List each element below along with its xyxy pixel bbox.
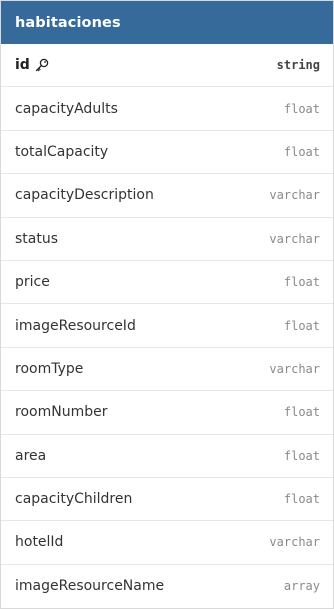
- field-row-total-capacity[interactable]: totalCapacity float: [1, 131, 333, 175]
- field-name: totalCapacity: [15, 143, 109, 160]
- field-row-room-number[interactable]: roomNumber float: [1, 391, 333, 435]
- entity-table[interactable]: habitaciones id string capacityAdults fl…: [0, 0, 334, 609]
- field-name-cell: id: [15, 57, 49, 73]
- field-name: hotelId: [15, 534, 64, 551]
- field-name: capacityChildren: [15, 491, 133, 508]
- field-type: float: [283, 448, 320, 463]
- field-name: imageResourceId: [15, 317, 136, 334]
- field-name-cell: roomType: [15, 361, 83, 377]
- field-name-cell: imageResourceId: [15, 318, 136, 334]
- field-type: array: [283, 579, 320, 594]
- field-row-room-type[interactable]: roomType varchar: [1, 348, 333, 392]
- field-type: float: [283, 101, 320, 116]
- field-row-price[interactable]: price float: [1, 261, 333, 305]
- field-name: status: [15, 230, 59, 247]
- field-name: imageResourceName: [15, 578, 165, 595]
- key-icon: [35, 58, 49, 72]
- field-name-cell: area: [15, 448, 46, 464]
- table-title: habitaciones: [15, 14, 121, 31]
- field-type: float: [283, 492, 320, 507]
- field-type: float: [283, 318, 320, 333]
- field-row-id[interactable]: id string: [1, 44, 333, 88]
- field-row-hotel-id[interactable]: hotelId varchar: [1, 521, 333, 565]
- field-list: id string capacityAdults float totalCapa…: [1, 44, 333, 608]
- field-type: float: [283, 275, 320, 290]
- field-name: capacityDescription: [15, 187, 154, 204]
- field-name-cell: roomNumber: [15, 404, 107, 420]
- field-name: capacityAdults: [15, 100, 118, 117]
- field-row-capacity-adults[interactable]: capacityAdults float: [1, 87, 333, 131]
- field-name: id: [15, 57, 30, 74]
- field-row-capacity-children[interactable]: capacityChildren float: [1, 478, 333, 522]
- field-name-cell: capacityChildren: [15, 491, 132, 507]
- field-name-cell: price: [15, 274, 50, 290]
- field-name-cell: status: [15, 231, 58, 247]
- field-type: varchar: [269, 535, 320, 550]
- field-name-cell: hotelId: [15, 534, 63, 550]
- table-header: habitaciones: [1, 1, 333, 44]
- field-name: area: [15, 447, 47, 464]
- field-row-area[interactable]: area float: [1, 435, 333, 478]
- field-name-cell: imageResourceName: [15, 578, 164, 594]
- field-name-cell: capacityAdults: [15, 101, 118, 117]
- field-row-capacity-description[interactable]: capacityDescription varchar: [1, 174, 333, 218]
- field-name: price: [15, 274, 50, 291]
- field-type: float: [283, 144, 320, 159]
- field-row-status[interactable]: status varchar: [1, 218, 333, 261]
- field-row-image-resource-name[interactable]: imageResourceName array: [1, 565, 333, 608]
- field-name-cell: totalCapacity: [15, 144, 108, 160]
- field-type: float: [283, 405, 320, 420]
- field-name-cell: capacityDescription: [15, 187, 154, 203]
- field-type: varchar: [269, 188, 320, 203]
- field-type: varchar: [269, 231, 320, 246]
- field-type: varchar: [269, 361, 320, 376]
- field-name: roomType: [15, 360, 84, 377]
- field-name: roomNumber: [15, 404, 108, 421]
- field-row-image-resource-id[interactable]: imageResourceId float: [1, 304, 333, 348]
- field-type: string: [276, 58, 320, 73]
